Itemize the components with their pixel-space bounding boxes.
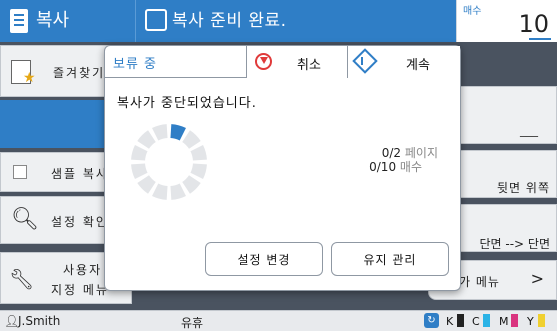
ink-level-y: [538, 314, 545, 327]
wrench-icon: 🔧︎: [9, 267, 35, 291]
chevron-right-icon: >: [530, 269, 544, 288]
setting-value: ___: [520, 123, 538, 137]
network-icon: ↻: [424, 313, 439, 328]
spinner-segment: [190, 163, 207, 179]
spinner-segment: [131, 163, 148, 179]
spinner-segment: [152, 124, 168, 141]
spinner-segment: [137, 175, 156, 194]
app-title: 복사: [36, 10, 70, 31]
copy-count-box[interactable]: 매수 10: [456, 0, 557, 42]
continue-label: 계속: [406, 58, 430, 73]
ink-label-k: K: [446, 315, 454, 328]
cancel-button[interactable]: 취소: [246, 46, 348, 78]
ink-label-y: Y: [527, 315, 534, 328]
star-icon: ★: [23, 70, 36, 86]
spinner-segment: [152, 183, 168, 200]
change-settings-button[interactable]: 설정 변경: [205, 242, 323, 276]
copy-document-icon: [10, 9, 28, 33]
duplex-label: 단면 --> 단면: [479, 237, 550, 251]
favorites-label: 즐겨찾기: [53, 66, 106, 80]
status-message: 복사 준비 완료.: [172, 11, 287, 31]
ink-label-m: M: [499, 315, 509, 328]
copy-count-value: 10: [518, 10, 549, 38]
custom-menu-label-line2: 지정 메뉴: [51, 283, 109, 297]
maintenance-button[interactable]: 유지 관리: [331, 242, 449, 276]
more-menu-label: 가 메뉴: [459, 275, 500, 289]
start-icon: [352, 48, 378, 74]
spinner-segment: [182, 130, 201, 149]
user-name[interactable]: J.Smith: [18, 314, 60, 328]
ink-level-c: [483, 314, 490, 327]
pause-dialog: 보류 중 취소 계속 복사가 중단되었습니다. 0/2 페이지 0/10 매수 …: [104, 45, 461, 291]
spinner-segment: [190, 145, 207, 161]
back-side-label: 뒷면 위쪽: [497, 181, 550, 195]
cancel-label: 취소: [297, 58, 321, 73]
ink-level-k: [457, 314, 464, 327]
magnifier-icon: 🔍︎: [11, 207, 39, 232]
progress-spinner-icon: [131, 124, 207, 200]
stop-icon: [255, 53, 272, 70]
user-icon: 👤︎: [4, 314, 20, 328]
dialog-title: 보류 중: [113, 57, 158, 72]
spinner-segment: [131, 145, 148, 161]
copies-progress: 0/10 매수: [369, 158, 422, 175]
machine-state: 유휴: [181, 316, 204, 330]
sample-copy-checkbox[interactable]: [13, 165, 27, 179]
copy-count-cursor: [529, 38, 551, 40]
sample-copy-label: 샘플 복사: [51, 167, 109, 181]
interrupted-message: 복사가 중단되었습니다.: [117, 96, 257, 111]
copies-unit: 매수: [399, 160, 422, 174]
dialog-header: 보류 중 취소 계속: [105, 46, 460, 78]
start-status-icon: [145, 9, 167, 31]
copy-count-label: 매수: [463, 6, 482, 17]
ink-level-m: [511, 314, 518, 327]
copies-value: 0/10: [369, 160, 397, 174]
spinner-segment: [137, 130, 156, 149]
spinner-segment: [170, 124, 186, 141]
custom-menu-label-line1: 사용자: [63, 263, 103, 277]
spinner-segment: [170, 183, 186, 200]
ink-label-c: C: [472, 315, 480, 328]
check-settings-label: 설정 확인: [51, 215, 109, 229]
spinner-segment: [182, 175, 201, 194]
status-bar: 👤︎ J.Smith 유휴 ↻ K C M Y: [0, 310, 557, 331]
continue-button[interactable]: 계속: [348, 46, 460, 78]
app-title-area: 복사: [0, 0, 136, 42]
